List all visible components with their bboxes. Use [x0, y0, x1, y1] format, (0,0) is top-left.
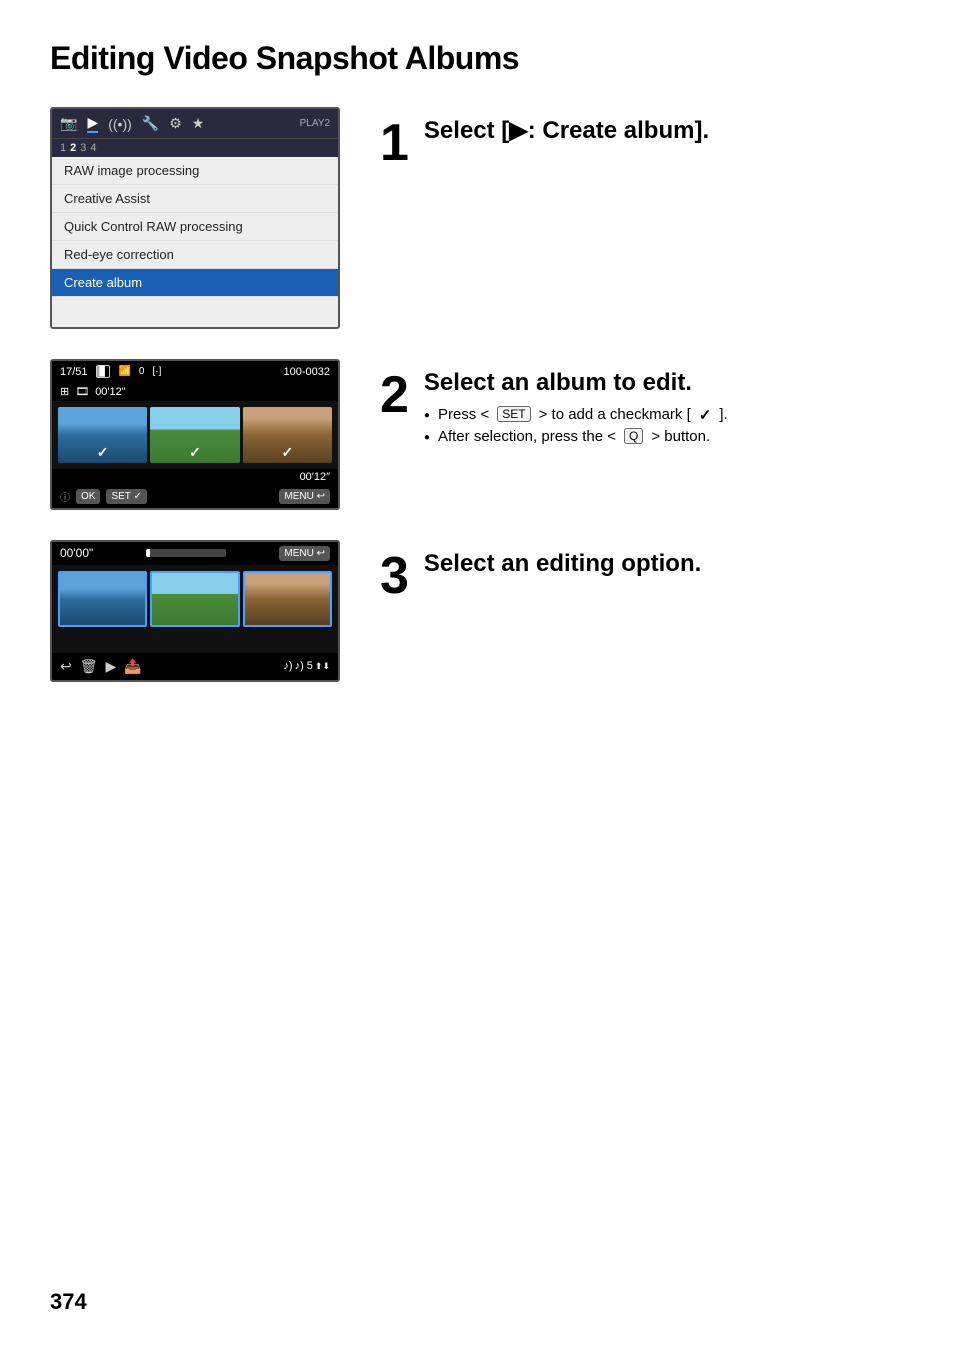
step2-content: Select an album to edit. Press <SET> to …	[424, 369, 904, 449]
wifi-status: 📶	[118, 366, 130, 377]
thumb-field-1: ✓	[150, 407, 239, 463]
thumb-dog-1: ✓	[243, 407, 332, 463]
menu-item-create-album[interactable]: Create album	[52, 269, 338, 297]
menu-item-creative[interactable]: Creative Assist	[52, 185, 338, 213]
step2-wrapper: 17/51 ▊ 📶 0 [·] 100-0032 ⊞ 🎞 00'12"	[50, 359, 904, 510]
menu-icons: 📷 ▶ ((•)) 🔧 ⚙ ★	[60, 114, 204, 133]
camera-icon: 📷	[60, 115, 77, 132]
step3-wrapper: 00'00" MENU ↩ ↩ 🗑 ▶ 📤	[50, 540, 904, 682]
step3-title: Select an editing option.	[424, 550, 904, 579]
bullet-2: After selection, press the <Q> button.	[424, 428, 904, 445]
tab-3: 3	[80, 142, 86, 154]
menu-top-bar: 📷 ▶ ((•)) 🔧 ⚙ ★ PLAY2	[52, 109, 338, 139]
bullet-1: Press <SET> to add a checkmark [✓].	[424, 406, 904, 424]
album-bottom-bar: ⓘ OK SET ✓ MENU ↩	[52, 485, 338, 508]
file-number: 100-0032	[284, 366, 331, 378]
step2-title: Select an album to edit.	[424, 369, 904, 398]
album-time-display: 00′12″	[52, 469, 338, 485]
wifi-icon: ((•))	[108, 116, 132, 132]
ok-button[interactable]: OK	[76, 489, 100, 504]
menu-item-quick-raw[interactable]: Quick Control RAW processing	[52, 213, 338, 241]
edit-thumb-3	[243, 571, 332, 627]
step3-number: 3	[380, 550, 409, 602]
crop-icon: [·]	[152, 366, 161, 377]
page-number: 374	[50, 1289, 87, 1315]
screen1-container: 📷 ▶ ((•)) 🔧 ⚙ ★ PLAY2 1 2 3 4 RAW image …	[50, 107, 360, 329]
battery-icon: ▊	[96, 365, 111, 378]
album-time-icon: 🎞	[75, 385, 89, 398]
menu-button-3[interactable]: MENU ↩	[279, 546, 330, 561]
menu-tabs: 1 2 3 4	[52, 139, 338, 157]
tool-delete[interactable]: 🗑	[80, 658, 98, 675]
thumb-waterfall-1: ✓	[58, 407, 147, 463]
edit-grid	[52, 565, 338, 633]
menu-item-redeye[interactable]: Red-eye correction	[52, 241, 338, 269]
play-label: PLAY2	[300, 118, 330, 129]
tool-play[interactable]: ▶	[106, 658, 117, 675]
album-sub-bar: ⊞ 🎞 00'12"	[52, 382, 338, 401]
step1-wrapper: 📷 ▶ ((•)) 🔧 ⚙ ★ PLAY2 1 2 3 4 RAW image …	[50, 107, 904, 329]
edit-thumb-1	[58, 571, 147, 627]
settings-icon: ⚙	[169, 115, 182, 132]
wrench-icon: 🔧	[142, 115, 159, 132]
progress-fill	[146, 549, 150, 557]
counter-area: 17/51 ▊ 📶 0 [·]	[60, 365, 161, 378]
progress-container	[146, 549, 226, 557]
screen2-container: 17/51 ▊ 📶 0 [·] 100-0032 ⊞ 🎞 00'12"	[50, 359, 360, 510]
page-title: Editing Video Snapshot Albums	[50, 40, 904, 77]
tool-icons-left: ↩ 🗑 ▶ 📤	[60, 658, 142, 675]
step3-text-area: 3 Select an editing option.	[380, 540, 904, 682]
volume-icon: ♪)	[283, 660, 292, 672]
step1-text-area: 1 Select [▶: Create album].	[380, 107, 904, 329]
check-1: ✓	[97, 444, 109, 461]
check-3: ✓	[281, 444, 293, 461]
step1-content: Select [▶: Create album].	[424, 117, 904, 154]
tool-back[interactable]: ↩	[60, 658, 72, 675]
battery-area: ▊	[96, 365, 111, 378]
tool-export[interactable]: 📤	[124, 658, 141, 675]
edit-spacer	[52, 633, 338, 653]
step1-number: 1	[380, 117, 409, 169]
star-icon: ★	[192, 115, 205, 132]
step2-number: 2	[380, 369, 409, 421]
edit-thumb-2	[150, 571, 239, 627]
tab-1: 1	[60, 142, 66, 154]
album-duration: 00'12"	[95, 386, 125, 398]
edit-tools-bar: ↩ 🗑 ▶ 📤 ♪) ♪) 5 ⬆⬇	[52, 653, 338, 680]
camera-screen-3: 00'00" MENU ↩ ↩ 🗑 ▶ 📤	[50, 540, 340, 682]
album-grid: ✓ ✓ ✓	[52, 401, 338, 469]
tab-4: 4	[90, 142, 96, 154]
edit-time-start: 00'00"	[60, 546, 93, 560]
frame-counter: 17/51	[60, 366, 88, 378]
menu-items-list: RAW image processing Creative Assist Qui…	[52, 157, 338, 327]
play-icon: ▶	[87, 114, 98, 133]
info-icon: ⓘ	[60, 489, 70, 504]
set-button[interactable]: SET ✓	[106, 489, 146, 504]
menu-spacer	[52, 297, 338, 327]
tab-2: 2	[70, 142, 76, 154]
edit-top-bar: 00'00" MENU ↩	[52, 542, 338, 565]
menu-button-2[interactable]: MENU ↩	[279, 489, 330, 504]
menu-item-raw[interactable]: RAW image processing	[52, 157, 338, 185]
camera-screen-1: 📷 ▶ ((•)) 🔧 ⚙ ★ PLAY2 1 2 3 4 RAW image …	[50, 107, 340, 329]
camera-screen-2: 17/51 ▊ 📶 0 [·] 100-0032 ⊞ 🎞 00'12"	[50, 359, 340, 510]
volume-arrows: ⬆⬇	[315, 661, 330, 672]
volume-display: ♪) ♪) 5 ⬆⬇	[283, 660, 330, 672]
step2-text-area: 2 Select an album to edit. Press <SET> t…	[380, 359, 904, 510]
volume-value: ♪) 5	[295, 660, 313, 672]
bottom-left-buttons: ⓘ OK SET ✓	[60, 489, 147, 504]
album-mode-icon: ⊞	[60, 385, 69, 398]
check-2: ✓	[189, 444, 201, 461]
album-top-bar: 17/51 ▊ 📶 0 [·] 100-0032	[52, 361, 338, 382]
step3-content: Select an editing option.	[424, 550, 904, 587]
image-stabilizer: 0	[139, 366, 145, 377]
step1-title: Select [▶: Create album].	[424, 117, 904, 146]
step2-bullets: Press <SET> to add a checkmark [✓]. Afte…	[424, 406, 904, 445]
screen3-container: 00'00" MENU ↩ ↩ 🗑 ▶ 📤	[50, 540, 360, 682]
